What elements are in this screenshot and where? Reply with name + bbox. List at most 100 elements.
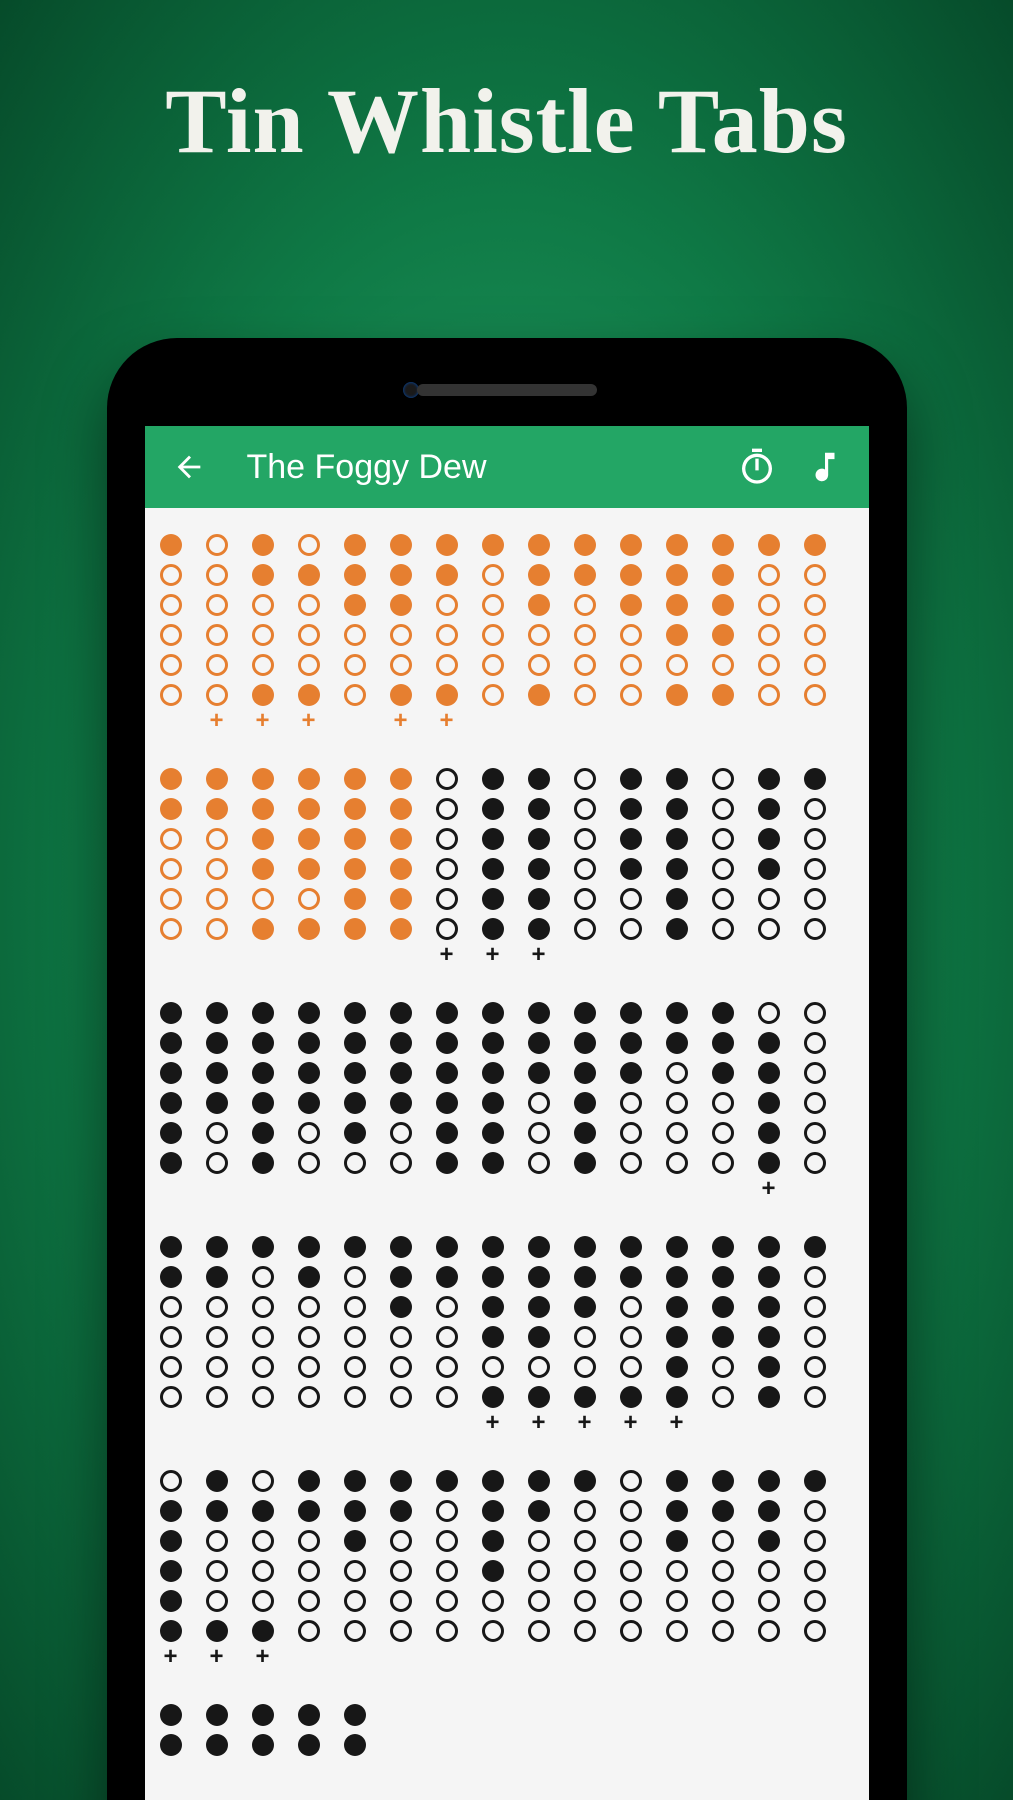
note-column: + [757,768,781,966]
hole-open-icon [298,1356,320,1378]
hole-filled-icon [160,1092,182,1114]
hole-filled-icon [482,798,504,820]
back-button[interactable] [165,443,213,491]
hole-open-icon [620,918,642,940]
octave-plus-icon: + [574,1416,596,1434]
note-column: + [297,534,321,732]
hole-filled-icon [252,858,274,880]
hole-filled-icon [160,1734,182,1756]
hole-open-icon [804,1122,826,1144]
note-column: + [573,1236,597,1434]
hole-filled-icon [528,1386,550,1408]
note-column: + [481,1470,505,1668]
hole-filled-icon [206,1032,228,1054]
hole-filled-icon [298,858,320,880]
hole-filled-icon [344,1002,366,1024]
hole-open-icon [436,918,458,940]
hole-filled-icon [436,1152,458,1174]
hole-filled-icon [160,1032,182,1054]
hole-open-icon [620,1620,642,1642]
hole-filled-icon [206,1062,228,1084]
octave-plus-icon: + [160,1650,182,1668]
hole-filled-icon [528,1470,550,1492]
hole-filled-icon [574,534,596,556]
note-column: + [665,1002,689,1200]
note-column: + [297,1470,321,1668]
hole-open-icon [712,828,734,850]
hole-filled-icon [252,1704,274,1726]
hole-open-icon [206,654,228,676]
note-column: + [435,1002,459,1200]
hole-open-icon [436,1500,458,1522]
hole-filled-icon [252,1062,274,1084]
tabs-sheet[interactable]: ++++++++++++++++++++++++++++++++++++++++… [145,508,869,1756]
note-column: + [757,534,781,732]
hole-open-icon [574,918,596,940]
hole-open-icon [160,564,182,586]
hole-filled-icon [390,1470,412,1492]
note-column: + [803,768,827,966]
hole-filled-icon [436,1032,458,1054]
hole-filled-icon [666,1530,688,1552]
hole-open-icon [528,1530,550,1552]
note-column: + [159,1002,183,1200]
note-column: + [481,1002,505,1200]
octave-plus-icon: + [436,948,458,966]
hole-filled-icon [344,564,366,586]
hole-filled-icon [482,1530,504,1552]
hole-filled-icon [620,1062,642,1084]
hole-filled-icon [574,564,596,586]
octave-plus-icon: + [758,1182,780,1200]
hole-filled-icon [160,1530,182,1552]
hole-open-icon [482,654,504,676]
note-column: + [711,1002,735,1200]
hole-filled-icon [712,534,734,556]
hole-open-icon [298,1122,320,1144]
hole-filled-icon [482,1326,504,1348]
hole-filled-icon [758,534,780,556]
hole-open-icon [574,1590,596,1612]
hole-open-icon [528,1620,550,1642]
hole-open-icon [620,624,642,646]
hole-open-icon [298,1152,320,1174]
hole-open-icon [436,1296,458,1318]
hole-filled-icon [712,1002,734,1024]
note-column: + [481,768,505,966]
note-column: + [343,1002,367,1200]
metronome-button[interactable] [733,443,781,491]
hole-open-icon [666,654,688,676]
note-column: + [159,1236,183,1434]
hole-open-icon [344,1296,366,1318]
note-column: + [711,534,735,732]
hole-open-icon [712,1590,734,1612]
hole-open-icon [620,1296,642,1318]
hole-open-icon [804,1590,826,1612]
hole-open-icon [206,858,228,880]
note-column: + [619,768,643,966]
hole-open-icon [160,654,182,676]
hole-open-icon [528,1092,550,1114]
note-column: + [343,1470,367,1668]
hole-filled-icon [666,1266,688,1288]
hole-open-icon [804,1500,826,1522]
hole-open-icon [298,1296,320,1318]
hole-filled-icon [620,828,642,850]
hole-open-icon [804,654,826,676]
hole-filled-icon [712,624,734,646]
hole-filled-icon [758,1266,780,1288]
hole-filled-icon [390,1500,412,1522]
hole-open-icon [160,624,182,646]
octave-plus-icon: + [482,948,504,966]
music-note-icon [806,448,844,486]
hole-open-icon [252,1590,274,1612]
hole-filled-icon [482,534,504,556]
stopwatch-icon [737,447,777,487]
hole-open-icon [712,858,734,880]
hole-filled-icon [666,684,688,706]
tuning-note-button[interactable] [801,443,849,491]
hole-filled-icon [344,1122,366,1144]
hole-filled-icon [160,1062,182,1084]
hole-filled-icon [758,1530,780,1552]
note-column [297,1704,321,1756]
note-column: + [803,1002,827,1200]
